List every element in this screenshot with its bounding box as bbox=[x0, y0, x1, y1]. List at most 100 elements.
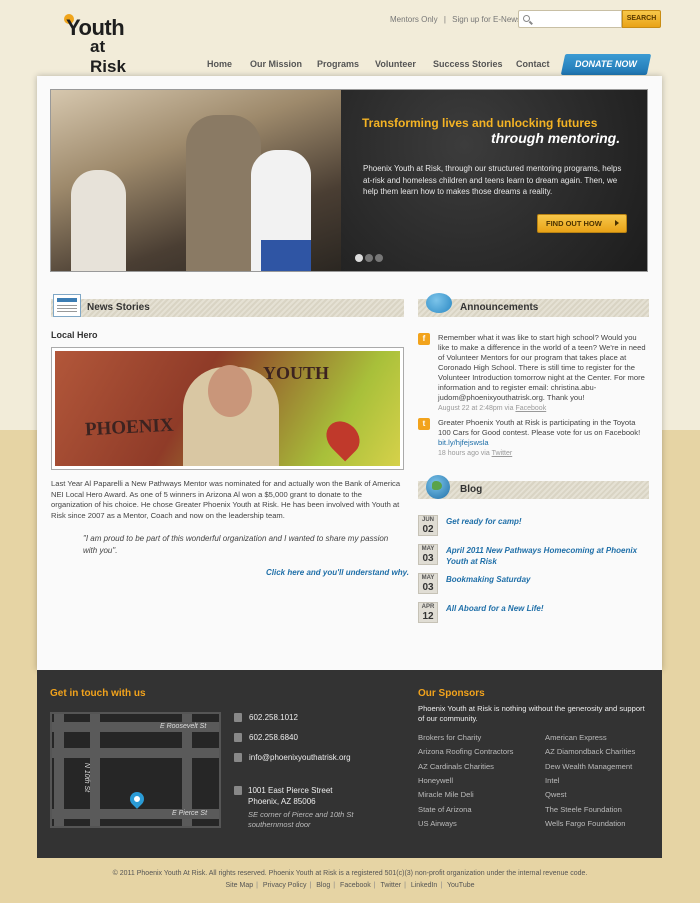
via-facebook-link[interactable]: Facebook bbox=[515, 405, 546, 412]
phone-number: 602.258.1012 bbox=[249, 713, 298, 722]
nav-our-mission[interactable]: Our Mission bbox=[250, 59, 302, 69]
announcement-short-link[interactable]: bit.ly/hjfejswsla bbox=[438, 438, 489, 447]
via-twitter-link[interactable]: Twitter bbox=[492, 450, 513, 457]
contact-email: info@phoenixyouthatrisk.org bbox=[234, 753, 351, 763]
fax-icon bbox=[234, 733, 242, 743]
mural-phoenix-text: PHOENIX bbox=[84, 414, 175, 441]
hero-text-panel: Transforming lives and unlocking futures… bbox=[341, 90, 647, 271]
blog-post-link[interactable]: Get ready for camp! bbox=[446, 516, 646, 527]
location-map[interactable]: E Roosevelt St E Pierce St N 10th St bbox=[50, 712, 221, 828]
story-image-mural: YOUTH PHOENIX bbox=[55, 351, 400, 466]
twitter-icon: t bbox=[418, 418, 430, 430]
speech-bubble-icon bbox=[426, 293, 452, 313]
nav-success-stories[interactable]: Success Stories bbox=[433, 59, 503, 69]
mural-youth-text: YOUTH bbox=[263, 363, 330, 383]
footer-link-twitter[interactable]: Twitter bbox=[380, 882, 401, 889]
announcement-body: Greater Phoenix Youth at Risk is partici… bbox=[438, 418, 641, 437]
search-input[interactable] bbox=[533, 11, 621, 27]
donate-label: DONATE NOW bbox=[575, 59, 637, 69]
story-image-person-head bbox=[208, 365, 252, 417]
slider-dot[interactable] bbox=[365, 254, 373, 262]
blog-day: 02 bbox=[422, 524, 434, 535]
blog-month: JUN bbox=[421, 517, 434, 523]
footer-link-blog[interactable]: Blog bbox=[316, 882, 330, 889]
sponsor-item: Arizona Roofing Contractors bbox=[418, 747, 514, 756]
story-title[interactable]: Local Hero bbox=[51, 330, 98, 340]
sponsor-item: The Steele Foundation bbox=[545, 805, 622, 814]
copyright-text: © 2011 Phoenix Youth At Risk. All rights… bbox=[112, 870, 588, 877]
announcement-time: 18 hours ago via bbox=[438, 450, 490, 457]
mentors-only-link[interactable]: Mentors Only bbox=[390, 15, 438, 24]
nav-contact[interactable]: Contact bbox=[516, 59, 550, 69]
footer-link-youtube[interactable]: YouTube bbox=[447, 882, 475, 889]
nav-programs[interactable]: Programs bbox=[317, 59, 359, 69]
sponsor-item: American Express bbox=[545, 733, 607, 742]
sponsor-item: Miracle Mile Deli bbox=[418, 790, 474, 799]
blog-day: 03 bbox=[422, 553, 434, 564]
map-label-roosevelt: E Roosevelt St bbox=[160, 723, 207, 730]
sponsor-item: Dew Wealth Management bbox=[545, 762, 633, 771]
announcement-meta: 18 hours ago via Twitter bbox=[438, 450, 512, 457]
contact-fax: 602.258.6840 bbox=[234, 733, 298, 743]
sponsors-intro: Phoenix Youth at Risk is nothing without… bbox=[418, 704, 645, 723]
enews-signup-link[interactable]: Sign up for E-News bbox=[452, 15, 521, 24]
site-logo[interactable]: Youth at Risk bbox=[50, 11, 145, 76]
nav-volunteer[interactable]: Volunteer bbox=[375, 59, 416, 69]
globe-icon bbox=[426, 475, 450, 499]
search-button[interactable]: SEARCH bbox=[622, 10, 661, 28]
footer-link-facebook[interactable]: Facebook bbox=[340, 882, 371, 889]
slider-dot[interactable] bbox=[375, 254, 383, 262]
blog-post-link[interactable]: All Aboard for a New Life! bbox=[446, 603, 646, 614]
toplink-separator: | bbox=[443, 15, 446, 24]
contact-title: Get in touch with us bbox=[50, 688, 146, 699]
map-label-10th: N 10th St bbox=[83, 762, 91, 793]
blog-post-link[interactable]: April 2011 New Pathways Homecoming at Ph… bbox=[446, 545, 646, 567]
hero-photo bbox=[51, 90, 341, 271]
story-body: Last Year Al Paparelli a New Pathways Me… bbox=[51, 479, 401, 520]
sponsor-item: Honeywell bbox=[418, 776, 454, 785]
link-separator: | bbox=[373, 882, 376, 889]
hero-photo-person bbox=[71, 170, 126, 271]
footer-link-sitemap[interactable]: Site Map bbox=[225, 882, 253, 889]
blog-date: MAY 03 bbox=[418, 544, 438, 565]
blog-month: APR bbox=[421, 604, 435, 610]
blog-month: MAY bbox=[421, 575, 435, 581]
facebook-icon: f bbox=[418, 333, 430, 345]
link-separator: | bbox=[440, 882, 443, 889]
announcement-body: Remember what it was like to start high … bbox=[438, 333, 646, 402]
contact-address-icon-row bbox=[234, 786, 249, 796]
map-label-pierce: E Pierce St bbox=[172, 810, 208, 817]
blog-date: APR 12 bbox=[418, 602, 438, 623]
hero-headline: Transforming lives and unlocking futures bbox=[362, 116, 598, 130]
footer-link-privacy[interactable]: Privacy Policy bbox=[263, 882, 307, 889]
email-link[interactable]: info@phoenixyouthatrisk.org bbox=[249, 753, 351, 762]
hero-photo-person bbox=[186, 115, 261, 271]
phone-icon bbox=[234, 713, 242, 723]
story-image: YOUTH PHOENIX bbox=[51, 347, 404, 470]
nav-home[interactable]: Home bbox=[207, 59, 232, 69]
sponsor-item: US Airways bbox=[418, 819, 457, 828]
news-section-title: News Stories bbox=[87, 302, 150, 313]
fax-number: 602.258.6840 bbox=[249, 733, 298, 742]
footer-link-linkedin[interactable]: LinkedIn bbox=[411, 882, 437, 889]
mail-icon bbox=[234, 753, 242, 763]
story-read-more-link[interactable]: Click here and you'll understand why. bbox=[266, 568, 409, 577]
top-links: Mentors Only | Sign up for E-News bbox=[388, 15, 523, 24]
sponsor-item: Brokers for Charity bbox=[418, 733, 482, 742]
sponsor-item: Qwest bbox=[545, 790, 567, 799]
blog-post-link[interactable]: Bookmaking Saturday bbox=[446, 574, 646, 585]
slider-dot[interactable] bbox=[355, 254, 363, 262]
donate-now-button[interactable]: DONATE NOW bbox=[560, 54, 652, 75]
contact-address: 1001 East Pierce Street Phoenix, AZ 8500… bbox=[248, 785, 333, 807]
link-separator: | bbox=[309, 882, 312, 889]
address-line-1: 1001 East Pierce Street bbox=[248, 786, 333, 795]
address-note: SE corner of Pierce and 10th St southern… bbox=[248, 810, 354, 829]
link-separator: | bbox=[404, 882, 406, 889]
map-pin-icon[interactable] bbox=[127, 789, 147, 809]
blog-date: JUN 02 bbox=[418, 515, 438, 536]
contact-phone: 602.258.1012 bbox=[234, 713, 298, 723]
find-out-how-button[interactable]: FIND OUT HOW bbox=[537, 214, 627, 233]
slider-dots bbox=[355, 254, 385, 264]
announcement-text: Remember what it was like to start high … bbox=[438, 333, 650, 414]
hero-slider: Transforming lives and unlocking futures… bbox=[50, 89, 648, 272]
